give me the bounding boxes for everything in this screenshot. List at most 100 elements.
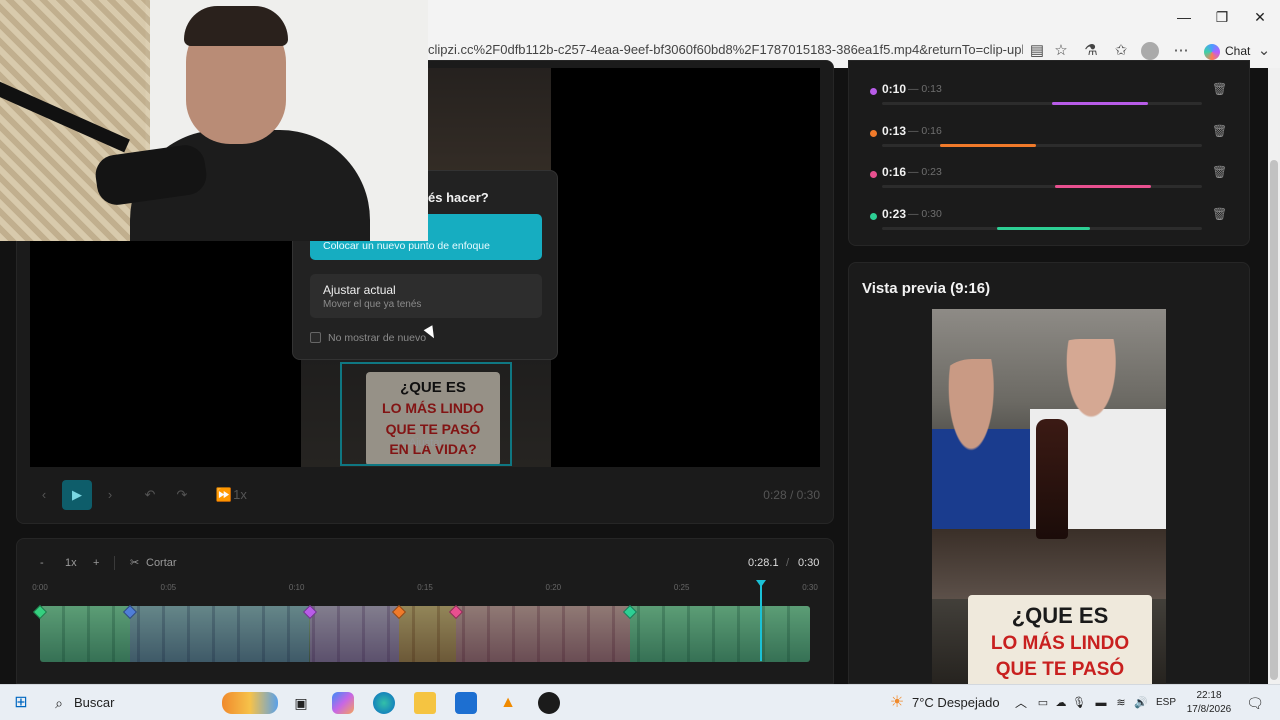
- vlc-icon[interactable]: ▲: [497, 692, 519, 714]
- cut-button[interactable]: Cortar: [146, 552, 177, 574]
- segment-track[interactable]: [882, 185, 1202, 188]
- task-view-icon[interactable]: ▣: [290, 692, 312, 714]
- segment-range-bar[interactable]: [1054, 185, 1151, 188]
- timeline-tick-label: 0:20: [545, 583, 562, 592]
- delete-segment-icon[interactable]: 🗑: [1212, 82, 1227, 96]
- segment-track[interactable]: [882, 226, 1202, 230]
- segment-row[interactable]: 0:16— 0:23 🗑: [866, 165, 1236, 195]
- segment-row[interactable]: 0:10— 0:13 🗑: [866, 82, 1236, 112]
- preview-sign: ¿QUE ES LO MÁS LINDO QUE TE PASÓ: [968, 595, 1152, 684]
- weather-icon[interactable]: ☀: [886, 692, 908, 714]
- wifi-icon[interactable]: ≋: [1110, 692, 1132, 714]
- zoom-out-button[interactable]: -: [40, 552, 44, 574]
- preview-sign-line-1: ¿QUE ES: [1011, 603, 1109, 628]
- preview-image: ¿QUE ES LO MÁS LINDO QUE TE PASÓ: [932, 309, 1166, 684]
- delete-segment-icon[interactable]: 🗑: [1212, 165, 1227, 179]
- timeline-tick-label: 0:30: [802, 583, 818, 592]
- timeline-segment[interactable]: [630, 606, 810, 662]
- next-frame-icon[interactable]: ›: [100, 478, 120, 512]
- segment-end-time: — 0:23: [908, 166, 942, 178]
- playhead[interactable]: [760, 583, 763, 661]
- profile-avatar[interactable]: [1139, 40, 1161, 62]
- prev-frame-icon[interactable]: ‹: [34, 478, 54, 512]
- timeline-thumbnails[interactable]: [40, 606, 810, 662]
- preview-sign-line-3: QUE TE PASÓ: [995, 659, 1125, 680]
- segment-range-bar[interactable]: [939, 143, 1036, 147]
- notifications-icon[interactable]: 🗨: [1244, 692, 1266, 714]
- weather-text[interactable]: 7°C Despejado: [912, 695, 1000, 710]
- favorite-star-icon[interactable]: ☆: [1050, 40, 1072, 62]
- total-time: 0:30: [798, 557, 820, 569]
- delete-segment-icon[interactable]: 🗑: [1212, 207, 1227, 221]
- windows-start-icon[interactable]: ⊞: [10, 692, 32, 714]
- taskbar-clock[interactable]: 22:18 17/8/2026: [1184, 689, 1234, 717]
- zoom-in-button[interactable]: +: [93, 552, 99, 574]
- preview-title: Vista previa (9:16): [862, 280, 991, 297]
- reader-view-icon[interactable]: ▤: [1026, 40, 1048, 62]
- playhead-handle[interactable]: [756, 580, 767, 587]
- play-button[interactable]: ▶: [62, 480, 92, 510]
- segment-row[interactable]: 0:23— 0:30 🗑: [866, 207, 1236, 237]
- segment-start-time: 0:13: [882, 123, 907, 138]
- timeline-segment[interactable]: [455, 606, 631, 662]
- segment-track[interactable]: [882, 102, 1202, 105]
- minimize-button[interactable]: —: [1168, 6, 1200, 28]
- segment-color-dot: [870, 129, 877, 137]
- timeline-segment[interactable]: [129, 606, 310, 662]
- zoom-level: 1x: [65, 557, 77, 569]
- taskbar-search[interactable]: Buscar: [74, 695, 114, 710]
- segment-end-time: — 0:13: [908, 83, 942, 95]
- scissors-icon[interactable]: ✂: [130, 552, 139, 574]
- segment-color-dot: [870, 171, 877, 178]
- address-bar[interactable]: clipzi.cc%2F0dfb112b-c257-4eaa-9eef-bf30…: [428, 42, 1023, 57]
- preview-table: [932, 529, 1166, 599]
- segment-start-time: 0:10: [882, 82, 907, 96]
- preview-bottle: [1036, 419, 1068, 539]
- tray-chevron-icon[interactable]: ︿: [1010, 692, 1032, 714]
- outlook-icon[interactable]: [455, 692, 477, 714]
- speed-icon[interactable]: ⏩: [214, 478, 234, 512]
- recording-app-icon[interactable]: [538, 692, 560, 714]
- speed-label[interactable]: 1x: [232, 478, 248, 512]
- scrollbar-thumb[interactable]: [1270, 160, 1278, 680]
- segment-track[interactable]: [882, 143, 1202, 147]
- adjust-current-option[interactable]: Ajustar actual Mover el que ya tenés: [310, 274, 542, 318]
- favorites-icon[interactable]: ✩: [1110, 40, 1132, 62]
- adjust-current-title: Ajustar actual: [323, 283, 396, 297]
- clock-date: 17/8/2026: [1186, 704, 1232, 715]
- webcam-overlay: [0, 0, 428, 241]
- maximize-button[interactable]: ❐: [1206, 6, 1238, 28]
- timeline-tick-label: 0:25: [673, 583, 690, 592]
- timeline-segment[interactable]: [399, 606, 456, 662]
- timeline-segment[interactable]: [309, 606, 400, 662]
- extensions-icon[interactable]: ⚗: [1080, 40, 1102, 62]
- more-menu-icon[interactable]: ⋯: [1170, 40, 1192, 62]
- timeline-ruler[interactable]: 0:00 0:05 0:10 0:15 0:20 0:25 0:30: [30, 583, 820, 599]
- copilot-icon: [1204, 43, 1220, 60]
- no-show-label[interactable]: No mostrar de nuevo: [328, 332, 426, 344]
- segment-range-bar[interactable]: [997, 226, 1090, 230]
- copilot-app-icon[interactable]: [332, 692, 354, 714]
- search-highlight-icon[interactable]: [222, 692, 278, 714]
- segment-row[interactable]: 0:13— 0:16 🗑: [866, 124, 1236, 154]
- volume-icon[interactable]: 🔊: [1130, 692, 1152, 714]
- search-icon[interactable]: ⌕: [48, 692, 70, 714]
- preview-person-left: [932, 359, 1030, 549]
- tray-mic-icon[interactable]: 🎙: [1068, 692, 1090, 714]
- redo-icon[interactable]: ↷: [172, 478, 192, 512]
- sidebar-chevron-icon[interactable]: ⌄: [1256, 40, 1272, 62]
- timeline-tick-label: 0:05: [160, 583, 177, 592]
- undo-icon[interactable]: ↶: [140, 478, 160, 512]
- edge-browser-icon[interactable]: [373, 692, 395, 714]
- input-language[interactable]: ESP: [1156, 697, 1176, 708]
- close-window-button[interactable]: ✕: [1244, 6, 1276, 28]
- segment-range-bar[interactable]: [1051, 102, 1148, 105]
- timeline-segment[interactable]: [40, 606, 130, 662]
- no-show-checkbox[interactable]: [310, 332, 321, 343]
- battery-icon[interactable]: ▬: [1090, 692, 1112, 714]
- delete-segment-icon[interactable]: 🗑: [1212, 124, 1227, 138]
- timeline-tick-label: 0:00: [32, 583, 48, 592]
- file-explorer-icon[interactable]: [414, 692, 436, 714]
- copilot-chat-button[interactable]: Chat: [1204, 40, 1250, 62]
- timeline-tick-label: 0:10: [288, 583, 305, 592]
